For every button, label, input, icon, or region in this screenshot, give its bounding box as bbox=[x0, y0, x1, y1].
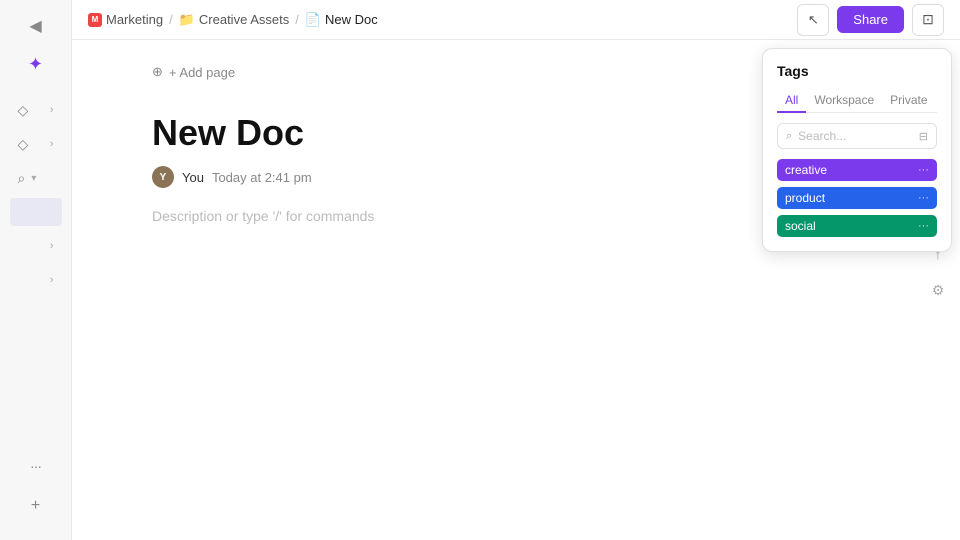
tags-search-input[interactable] bbox=[798, 129, 913, 143]
filter-icon[interactable]: ⊟ bbox=[919, 130, 928, 143]
search-icon: ⌕ bbox=[786, 130, 792, 143]
sidebar-highlight bbox=[10, 198, 62, 226]
tags-tabs: All Workspace Private bbox=[777, 89, 937, 113]
tag-social[interactable]: social ··· bbox=[777, 215, 937, 237]
header-actions: ↖ Share ⊡ bbox=[797, 4, 944, 36]
breadcrumb-sep-1: / bbox=[169, 12, 173, 27]
ellipsis-icon: ··· bbox=[30, 458, 41, 474]
header: M Marketing / 📁 Creative Assets / 📄 New … bbox=[72, 0, 960, 40]
plus-icon: + bbox=[31, 497, 40, 515]
sidebar-item-1[interactable]: ◇ › bbox=[10, 94, 62, 126]
nav-icon-1: ◇ bbox=[18, 102, 29, 119]
avatar: Y bbox=[152, 166, 174, 188]
sidebar-item-4[interactable]: › bbox=[10, 230, 62, 262]
cursor-button[interactable]: ↖ bbox=[797, 4, 829, 36]
chevron-right-icon-4: › bbox=[50, 240, 54, 252]
share-button[interactable]: Share bbox=[837, 6, 904, 33]
tab-private[interactable]: Private bbox=[882, 89, 935, 113]
breadcrumb: M Marketing / 📁 Creative Assets / 📄 New … bbox=[88, 12, 378, 28]
more-options-button[interactable]: ··· bbox=[18, 448, 54, 484]
breadcrumb-marketing-label: Marketing bbox=[106, 12, 163, 27]
avatar-initials: Y bbox=[160, 172, 167, 183]
tab-all[interactable]: All bbox=[777, 89, 806, 113]
document-author: You bbox=[182, 170, 204, 185]
sidebar-nav: ◇ › ◇ › ⌕ ▾ › › bbox=[0, 94, 71, 444]
tag-creative-label: creative bbox=[785, 163, 827, 177]
collapse-button[interactable]: ◀ bbox=[18, 8, 54, 44]
settings-button[interactable]: ⚙ bbox=[924, 276, 952, 304]
sidebar-item-2[interactable]: ◇ › bbox=[10, 128, 62, 160]
chevron-right-icon-5: › bbox=[50, 274, 54, 286]
tags-search-container: ⌕ ⊟ bbox=[777, 123, 937, 149]
breadcrumb-marketing[interactable]: M Marketing bbox=[88, 12, 163, 27]
breadcrumb-sep-2: / bbox=[295, 12, 299, 27]
breadcrumb-folder-label: Creative Assets bbox=[199, 12, 289, 27]
sidebar-top: ◀ ✦ bbox=[0, 8, 71, 82]
tag-creative[interactable]: creative ··· bbox=[777, 159, 937, 181]
breadcrumb-doc-label: New Doc bbox=[325, 12, 378, 27]
gear-icon: ⚙ bbox=[932, 282, 945, 299]
chevron-right-icon-2: › bbox=[50, 138, 54, 150]
layout-button[interactable]: ⊡ bbox=[912, 4, 944, 36]
chevron-down-icon: ▾ bbox=[31, 173, 36, 184]
tab-workspace[interactable]: Workspace bbox=[806, 89, 882, 113]
add-button[interactable]: + bbox=[18, 488, 54, 524]
chevron-left-icon: ◀ bbox=[29, 16, 41, 36]
tag-social-more[interactable]: ··· bbox=[918, 220, 929, 232]
workspace-icon-button[interactable]: ✦ bbox=[18, 46, 54, 82]
breadcrumb-creative-assets[interactable]: 📁 Creative Assets bbox=[179, 12, 290, 28]
nav-icon-2: ◇ bbox=[18, 136, 29, 153]
main-content: M Marketing / 📁 Creative Assets / 📄 New … bbox=[72, 0, 960, 540]
sidebar-item-search[interactable]: ⌕ ▾ bbox=[10, 162, 62, 194]
sidebar-bottom: ··· + bbox=[0, 448, 71, 532]
cursor-icon: ↖ bbox=[808, 12, 819, 28]
breadcrumb-new-doc[interactable]: 📄 New Doc bbox=[305, 12, 378, 28]
layout-icon: ⊡ bbox=[922, 11, 934, 28]
tags-panel: Tags All Workspace Private ⌕ ⊟ creative … bbox=[762, 48, 952, 252]
workspace-icon: ✦ bbox=[28, 54, 43, 75]
add-page-label: + Add page bbox=[169, 65, 235, 80]
tags-panel-title: Tags bbox=[777, 63, 937, 79]
sidebar: ◀ ✦ ◇ › ◇ › ⌕ ▾ › › ··· + bbox=[0, 0, 72, 540]
document-timestamp: Today at 2:41 pm bbox=[212, 170, 312, 185]
tag-creative-more[interactable]: ··· bbox=[918, 164, 929, 176]
tag-product-label: product bbox=[785, 191, 825, 205]
search-icon: ⌕ bbox=[18, 170, 26, 187]
doc-icon: 📄 bbox=[305, 12, 321, 28]
add-page-icon: ⊕ bbox=[152, 64, 163, 80]
chevron-right-icon-1: › bbox=[50, 104, 54, 116]
tag-social-label: social bbox=[785, 219, 816, 233]
marketing-icon: M bbox=[88, 13, 102, 27]
tag-list: creative ··· product ··· social ··· bbox=[777, 159, 937, 237]
sidebar-item-5[interactable]: › bbox=[10, 264, 62, 296]
folder-icon: 📁 bbox=[179, 12, 195, 28]
tag-product[interactable]: product ··· bbox=[777, 187, 937, 209]
tag-product-more[interactable]: ··· bbox=[918, 192, 929, 204]
